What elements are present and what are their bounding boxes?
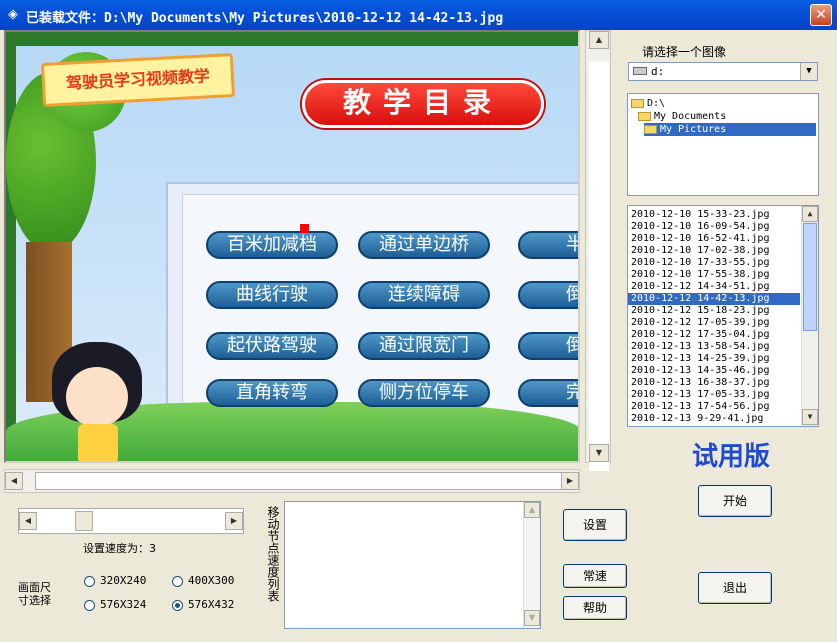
node-marker[interactable] — [300, 224, 309, 233]
preview-horizontal-scrollbar[interactable]: ◀ ▶ — [4, 469, 580, 493]
dir-item-root[interactable]: D:\ — [631, 97, 665, 110]
file-list-item[interactable]: 2010-12-13 16-38-37.jpg — [628, 377, 800, 389]
file-list-item[interactable]: 2010-12-10 16-09-54.jpg — [628, 221, 800, 233]
drive-value: d: — [651, 65, 665, 78]
preview-vertical-scrollbar[interactable]: ▲ ▼ — [585, 30, 611, 471]
arrow-left-icon[interactable]: ◀ — [19, 512, 37, 530]
lesson-button: 起伏路驾驶 — [206, 332, 338, 360]
arrow-up-icon[interactable]: ▲ — [524, 502, 540, 518]
close-icon: ✕ — [815, 7, 827, 23]
normal-speed-button[interactable]: 常速 — [563, 564, 627, 588]
file-list-item[interactable]: 2010-12-12 14-34-51.jpg — [628, 281, 800, 293]
arrow-up-icon[interactable]: ▲ — [802, 206, 818, 222]
radio-button-checked[interactable] — [172, 600, 183, 611]
move-speed-list[interactable]: ▲ ▼ — [284, 501, 541, 629]
app-icon: ◈ — [8, 7, 18, 22]
lesson-button: 倒桩 — [518, 332, 578, 360]
radio-label: 576X432 — [188, 598, 235, 611]
preview-border-top — [6, 32, 578, 46]
folder-icon — [631, 99, 644, 108]
image-preview: 驾驶员学习视频教学 教学目录 百米加减档 通过单边桥 半坡 曲线行驶 连续障碍 … — [4, 30, 580, 463]
file-list-item[interactable]: 2010-12-12 15-18-23.jpg — [628, 305, 800, 317]
exit-button[interactable]: 退出 — [698, 572, 772, 604]
file-list-item[interactable]: 2010-12-13 14-35-46.jpg — [628, 365, 800, 377]
cartoon-girl-body — [78, 424, 118, 461]
folder-icon — [638, 112, 651, 121]
lesson-button: 直角转弯 — [206, 379, 338, 407]
trial-label: 试用版 — [692, 442, 771, 472]
speed-label: 设置速度为：3 — [83, 542, 156, 555]
radio-label: 320X240 — [100, 574, 147, 587]
radio-button[interactable] — [84, 600, 95, 611]
move-list-label: 移动节点速度列表 — [266, 506, 280, 602]
folder-icon — [644, 125, 657, 134]
lesson-button: 半坡 — [518, 231, 578, 259]
file-list-item[interactable]: 2010-12-12 14-42-13.jpg — [628, 293, 800, 305]
file-list[interactable]: 2010-12-10 15-33-23.jpg 2010-12-10 16-09-… — [627, 205, 819, 427]
title-bar: ◈ 已装载文件：D:\My Documents\My Pictures\2010… — [0, 0, 837, 30]
lesson-button: 完美 — [518, 379, 578, 407]
scroll-thumb[interactable] — [803, 223, 817, 331]
preview-banner: 教学目录 — [302, 80, 544, 128]
dir-item-my-pictures[interactable]: My Pictures — [644, 123, 816, 136]
size-label-line2: 寸选择 — [18, 594, 51, 607]
arrow-down-icon[interactable]: ▼ — [524, 610, 540, 626]
dir-item-label: D:\ — [647, 98, 666, 109]
file-list-items: 2010-12-10 15-33-23.jpg 2010-12-10 16-09-… — [628, 209, 800, 425]
dir-item-label: My Pictures — [660, 124, 727, 135]
window-title: 已装载文件：D:\My Documents\My Pictures\2010-1… — [26, 11, 504, 26]
directory-tree[interactable]: D:\ My Documents My Pictures — [627, 93, 819, 196]
arrow-left-icon[interactable]: ◀ — [5, 472, 23, 490]
chevron-down-icon[interactable]: ▼ — [800, 63, 817, 80]
radio-label: 400X300 — [188, 574, 235, 587]
start-button[interactable]: 开始 — [698, 485, 772, 517]
file-list-item[interactable]: 2010-12-13 17-05-33.jpg — [628, 389, 800, 401]
file-list-item[interactable]: 2010-12-10 15-33-23.jpg — [628, 209, 800, 221]
file-list-scrollbar[interactable]: ▲ ▼ — [801, 206, 818, 426]
file-list-item[interactable]: 2010-12-10 17-02-38.jpg — [628, 245, 800, 257]
arrow-down-icon[interactable]: ▼ — [589, 444, 609, 462]
speed-slider[interactable]: ◀ ▶ — [18, 508, 244, 534]
cartoon-girl-face — [66, 367, 128, 427]
lesson-button: 通过限宽门 — [358, 332, 490, 360]
dir-item-label: My Documents — [654, 111, 727, 122]
file-list-item[interactable]: 2010-12-10 17-33-55.jpg — [628, 257, 800, 269]
file-list-item[interactable]: 2010-12-13 17-54-56.jpg — [628, 401, 800, 413]
file-list-item[interactable]: 2010-12-13 14-25-39.jpg — [628, 353, 800, 365]
move-list-scrollbar[interactable]: ▲ ▼ — [523, 502, 540, 628]
select-image-label: 请选择一个图像 — [642, 45, 727, 59]
drive-select[interactable]: d: ▼ — [628, 62, 818, 81]
drive-icon — [633, 67, 647, 75]
lesson-button: 百米加减档 — [206, 231, 338, 259]
slider-thumb[interactable] — [75, 511, 93, 531]
radio-button[interactable] — [172, 576, 183, 587]
file-list-item[interactable]: 2010-12-12 17-05-39.jpg — [628, 317, 800, 329]
radio-label: 576X324 — [100, 598, 147, 611]
lesson-button: 倒杆 — [518, 281, 578, 309]
settings-button[interactable]: 设置 — [563, 509, 627, 541]
file-list-item[interactable]: 2010-12-10 17-55-38.jpg — [628, 269, 800, 281]
radio-button[interactable] — [84, 576, 95, 587]
arrow-down-icon[interactable]: ▼ — [802, 409, 818, 425]
file-list-item[interactable]: 2010-12-12 17-35-04.jpg — [628, 329, 800, 341]
lesson-button: 通过单边桥 — [358, 231, 490, 259]
scroll-track[interactable] — [589, 61, 609, 471]
dir-item-my-documents[interactable]: My Documents — [638, 110, 726, 123]
help-button[interactable]: 帮助 — [563, 596, 627, 620]
preview-border-left — [6, 32, 16, 461]
arrow-right-icon[interactable]: ▶ — [561, 472, 579, 490]
file-list-item[interactable]: 2010-12-13 13-58-54.jpg — [628, 341, 800, 353]
file-list-item[interactable]: 2010-12-10 16-52-41.jpg — [628, 233, 800, 245]
arrow-right-icon[interactable]: ▶ — [225, 512, 243, 530]
lesson-button: 连续障碍 — [358, 281, 490, 309]
lesson-button: 侧方位停车 — [358, 379, 490, 407]
lesson-button: 曲线行驶 — [206, 281, 338, 309]
scroll-thumb[interactable] — [35, 472, 563, 490]
file-list-item[interactable]: 2010-12-13 9-29-41.jpg — [628, 413, 800, 425]
close-button[interactable]: ✕ — [810, 4, 832, 26]
arrow-up-icon[interactable]: ▲ — [589, 31, 609, 49]
